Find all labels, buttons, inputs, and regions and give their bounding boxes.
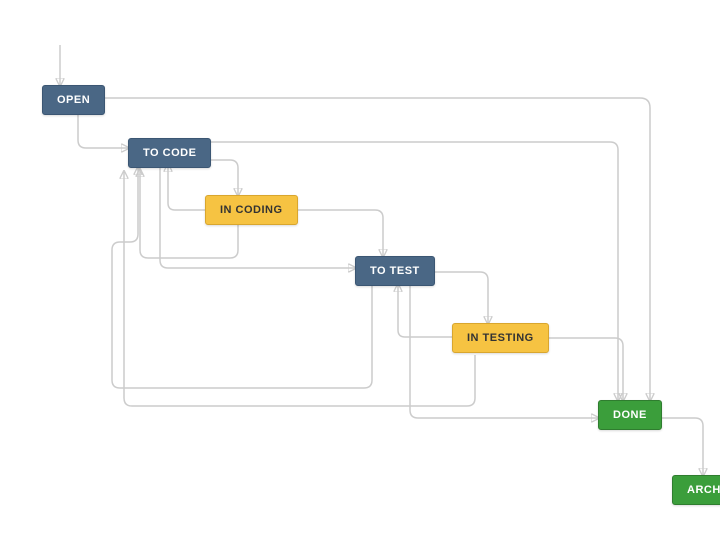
state-to-test[interactable]: TO TEST xyxy=(355,256,435,286)
state-label: OPEN xyxy=(57,94,90,106)
state-open[interactable]: OPEN xyxy=(42,85,105,115)
state-label: IN CODING xyxy=(220,204,283,216)
state-in-testing[interactable]: IN TESTING xyxy=(452,323,549,353)
state-in-coding[interactable]: IN CODING xyxy=(205,195,298,225)
state-label: ARCHI xyxy=(687,484,720,496)
state-label: DONE xyxy=(613,409,647,421)
state-done[interactable]: DONE xyxy=(598,400,662,430)
state-label: TO TEST xyxy=(370,265,420,277)
state-label: TO CODE xyxy=(143,147,196,159)
state-label: IN TESTING xyxy=(467,332,534,344)
state-to-code[interactable]: TO CODE xyxy=(128,138,211,168)
state-archived[interactable]: ARCHI xyxy=(672,475,720,505)
